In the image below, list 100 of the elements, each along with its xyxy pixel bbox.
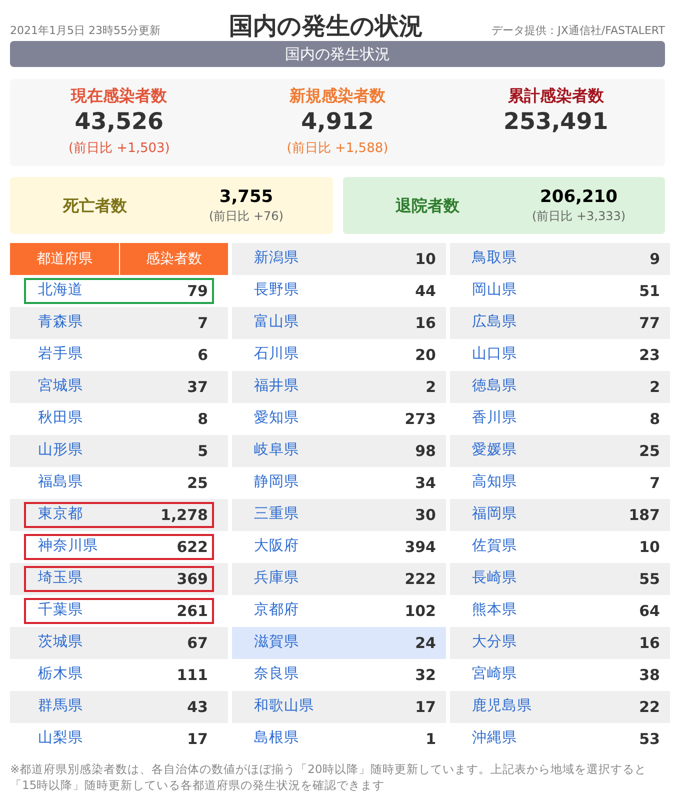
prefecture-link[interactable]: 長崎県 <box>472 568 517 590</box>
prefecture-link[interactable]: 高知県 <box>472 472 517 494</box>
prefecture-link[interactable]: 石川県 <box>254 344 299 366</box>
prefecture-link[interactable]: 和歌山県 <box>254 696 314 718</box>
prefecture-link[interactable]: 岐阜県 <box>254 440 299 462</box>
prefecture-link[interactable]: 長野県 <box>254 280 299 302</box>
prefecture-link[interactable]: 奈良県 <box>254 664 299 686</box>
data-source: データ提供：JX通信社/FASTALERT <box>492 22 665 38</box>
prefecture-row[interactable]: 青森県 7 <box>10 307 228 339</box>
case-count: 67 <box>187 632 208 654</box>
prefecture-row[interactable]: 群馬県 43 <box>10 691 228 723</box>
outcome-change: (前日比 +76) <box>208 208 284 225</box>
prefecture-link[interactable]: 埼玉県 <box>38 568 83 590</box>
prefecture-link[interactable]: 鹿児島県 <box>472 696 532 718</box>
prefecture-row[interactable]: 福井県 2 <box>232 371 446 403</box>
prefecture-link[interactable]: 山形県 <box>38 440 83 462</box>
prefecture-row[interactable]: 大分県 16 <box>450 627 670 659</box>
prefecture-link[interactable]: 富山県 <box>254 312 299 334</box>
stat-change: (前日比 +1,588) <box>286 140 388 158</box>
case-count: 10 <box>415 248 436 270</box>
case-count: 1,278 <box>160 504 208 526</box>
prefecture-link[interactable]: 愛媛県 <box>472 440 517 462</box>
prefecture-row[interactable]: 和歌山県 17 <box>232 691 446 723</box>
case-count: 187 <box>628 504 660 526</box>
column-header: 都道府県 <box>35 250 94 268</box>
prefecture-link[interactable]: 岩手県 <box>38 344 83 366</box>
prefecture-link[interactable]: 福井県 <box>254 376 299 398</box>
case-count: 64 <box>639 600 660 622</box>
prefecture-row[interactable]: 滋賀県 24 <box>232 627 446 659</box>
stat-value: 253,491 <box>503 108 608 137</box>
prefecture-row[interactable]: 茨城県 67 <box>10 627 228 659</box>
prefecture-link[interactable]: 徳島県 <box>472 376 517 398</box>
prefecture-link[interactable]: 福島県 <box>38 472 83 494</box>
prefecture-link[interactable]: 栃木県 <box>38 664 83 686</box>
prefecture-link[interactable]: 秋田県 <box>38 408 83 430</box>
prefecture-link[interactable]: 佐賀県 <box>472 536 517 558</box>
prefecture-link[interactable]: 宮城県 <box>38 376 83 398</box>
prefecture-row[interactable]: 宮城県 37 <box>10 371 228 403</box>
prefecture-link[interactable]: 鳥取県 <box>472 248 517 270</box>
case-count: 1 <box>426 728 436 750</box>
case-count: 79 <box>187 280 208 302</box>
prefecture-link[interactable]: 滋賀県 <box>254 632 299 654</box>
footnote: ※都道府県別感染者数は、各自治体の数値がほぼ揃う「20時以降」随時更新しています。上記表から地域を選択すると「15時以降」随時更新している各都道府県の発生状況を確認できます <box>10 761 648 793</box>
prefecture-link[interactable]: 熊本県 <box>472 600 517 622</box>
prefecture-link[interactable]: 三重県 <box>254 504 299 526</box>
case-count: 16 <box>415 312 436 334</box>
prefecture-row[interactable]: 東京都 1,278 <box>10 499 228 531</box>
case-count: 273 <box>404 408 436 430</box>
case-count: 369 <box>176 568 208 590</box>
case-count: 9 <box>650 248 660 270</box>
prefecture-row[interactable]: 三重県 30 <box>232 499 446 531</box>
prefecture-link[interactable]: 兵庫県 <box>254 568 299 590</box>
prefecture-link[interactable]: 京都府 <box>254 600 299 622</box>
case-count: 8 <box>198 408 208 430</box>
prefecture-link[interactable]: 山口県 <box>472 344 517 366</box>
case-count: 43 <box>187 696 208 718</box>
prefecture-link[interactable]: 愛知県 <box>254 408 299 430</box>
prefecture-link[interactable]: 宮崎県 <box>472 664 517 686</box>
prefecture-row[interactable]: 鳥取県 9 <box>450 243 670 275</box>
prefecture-row[interactable]: 富山県 16 <box>232 307 446 339</box>
prefecture-link[interactable]: 山梨県 <box>38 728 83 750</box>
prefecture-row[interactable]: 徳島県 2 <box>450 371 670 403</box>
prefecture-link[interactable]: 東京都 <box>38 504 83 526</box>
prefecture-link[interactable]: 新潟県 <box>254 248 299 270</box>
prefecture-row[interactable]: 愛媛県 25 <box>450 435 670 467</box>
prefecture-link[interactable]: 千葉県 <box>38 600 83 622</box>
stat-label: 累計感染者数 <box>508 85 604 107</box>
prefecture-row[interactable]: 埼玉県 369 <box>10 563 228 595</box>
case-count: 222 <box>404 568 436 590</box>
case-count: 8 <box>650 408 660 430</box>
prefecture-row[interactable]: 長崎県 55 <box>450 563 670 595</box>
prefecture-row[interactable]: 新潟県 10 <box>232 243 446 275</box>
prefecture-row[interactable]: 広島県 77 <box>450 307 670 339</box>
section-banner: 国内の発生状況 <box>10 41 665 67</box>
prefecture-row[interactable]: 福岡県 187 <box>450 499 670 531</box>
prefecture-row[interactable]: 岐阜県 98 <box>232 435 446 467</box>
stat-value: 43,526 <box>74 108 164 137</box>
prefecture-link[interactable]: 島根県 <box>254 728 299 750</box>
prefecture-link[interactable]: 香川県 <box>472 408 517 430</box>
prefecture-link[interactable]: 岡山県 <box>472 280 517 302</box>
prefecture-link[interactable]: 沖縄県 <box>472 728 517 750</box>
case-count: 17 <box>415 696 436 718</box>
prefecture-link[interactable]: 神奈川県 <box>38 536 98 558</box>
case-count: 34 <box>415 472 436 494</box>
prefecture-row[interactable]: 兵庫県 222 <box>232 563 446 595</box>
prefecture-link[interactable]: 福岡県 <box>472 504 517 526</box>
outcome-label: 退院者数 <box>394 194 460 216</box>
prefecture-link[interactable]: 広島県 <box>472 312 517 334</box>
prefecture-link[interactable]: 大阪府 <box>254 536 299 558</box>
prefecture-link[interactable]: 茨城県 <box>38 632 83 654</box>
prefecture-link[interactable]: 北海道 <box>38 280 83 302</box>
case-count: 6 <box>198 344 208 366</box>
prefecture-link[interactable]: 群馬県 <box>38 696 83 718</box>
prefecture-link[interactable]: 青森県 <box>38 312 83 334</box>
prefecture-row[interactable]: 山形県 5 <box>10 435 228 467</box>
prefecture-link[interactable]: 大分県 <box>472 632 517 654</box>
prefecture-row[interactable]: 鹿児島県 22 <box>450 691 670 723</box>
prefecture-link[interactable]: 静岡県 <box>254 472 299 494</box>
case-count: 622 <box>176 536 208 558</box>
case-count: 16 <box>639 632 660 654</box>
